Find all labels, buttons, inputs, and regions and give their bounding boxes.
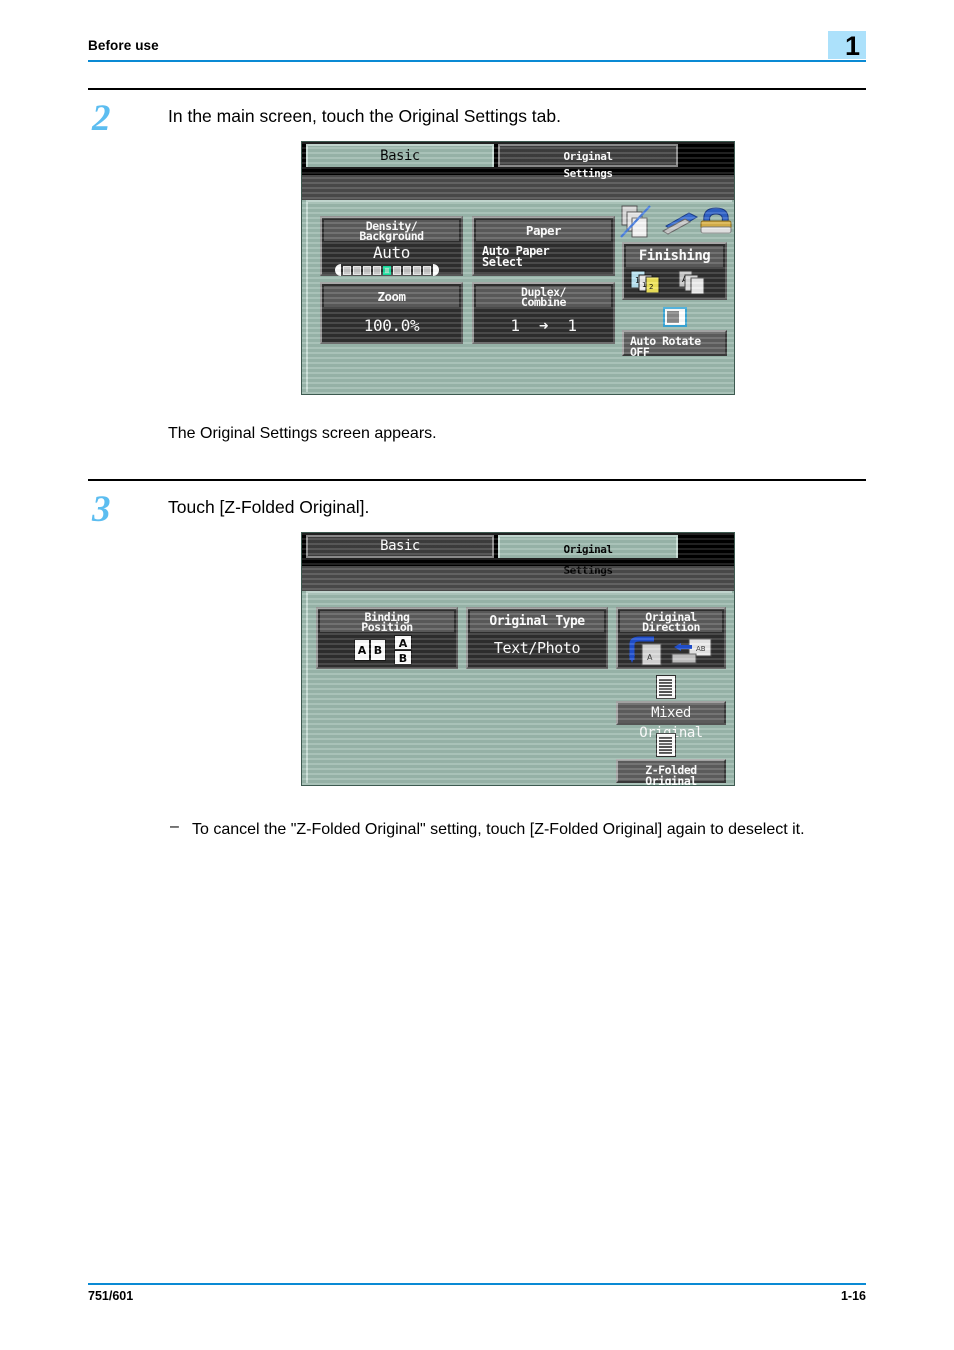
duplex-header: Duplex/ Combine	[476, 286, 611, 309]
step-2-rule	[88, 88, 866, 90]
binding-sheet-a-top: A	[394, 635, 412, 650]
paper-value: Auto Paper Select	[482, 245, 613, 269]
mixed-original-button[interactable]: Mixed Original	[616, 701, 726, 741]
binding-sheet-a-left: A	[354, 639, 370, 661]
header-title: Before use	[88, 38, 159, 53]
step-3-instruction: Touch [Z-Folded Original].	[168, 497, 370, 517]
mixed-original-document-icon	[656, 675, 676, 699]
svg-text:A: A	[647, 653, 653, 662]
step-2-result-text: The Original Settings screen appears.	[168, 425, 437, 442]
density-background-header: Density/ Background	[324, 220, 459, 243]
density-step-6[interactable]	[393, 265, 401, 275]
tab-original-settings[interactable]: Original Settings	[498, 144, 678, 180]
density-slider[interactable]	[335, 264, 439, 276]
z-folded-original-document-icon	[656, 733, 676, 757]
svg-text:2: 2	[649, 283, 653, 291]
tab2-original-settings[interactable]: Original Settings	[498, 535, 678, 577]
density-step-2[interactable]	[353, 265, 361, 275]
zoom-button[interactable]: Zoom 100.0%	[320, 282, 463, 344]
duplex-combine-button[interactable]: Duplex/ Combine 1 ➜ 1	[472, 282, 615, 344]
tab-original-settings-line2: Settings	[563, 167, 613, 180]
finishing-header: Finishing	[626, 246, 723, 267]
binding-position-header: Binding Position	[320, 611, 454, 634]
binding-sheet-b-bottom: B	[394, 650, 412, 665]
grouped-pages-icon: A	[678, 270, 705, 295]
sort-icon	[620, 205, 651, 238]
original-direction-line2: Direction	[642, 620, 700, 634]
density-step-4[interactable]	[373, 265, 381, 275]
tab2-basic[interactable]: Basic	[306, 535, 494, 558]
binding-sheet-b-left: B	[370, 639, 386, 661]
lcd-basic-screen: Ready to copy. 1 Basic Original Settings…	[301, 141, 735, 395]
step-2-instruction: In the main screen, touch the Original S…	[168, 106, 561, 126]
staple-icon	[661, 212, 699, 235]
zoom-value: 100.0%	[363, 316, 420, 335]
duplex-value-left: 1	[510, 316, 520, 335]
punch-icon	[700, 207, 732, 234]
monitor-icon	[663, 307, 687, 327]
original-direction-button[interactable]: Original Direction A AB	[616, 607, 726, 669]
density-slider-cap-left	[335, 264, 341, 276]
step-3-rule	[88, 479, 866, 481]
density-slider-cap-right	[433, 264, 439, 276]
binding-position-line2: Position	[361, 620, 413, 634]
tab2-original-settings-line1: Original	[563, 543, 613, 556]
footer-rule	[88, 1283, 866, 1285]
density-value: Auto	[373, 243, 410, 262]
density-step-3[interactable]	[363, 265, 371, 275]
binding-position-button[interactable]: Binding Position A B A B	[316, 607, 458, 669]
tab-original-settings-line1: Original	[563, 150, 613, 163]
paper-value-line2: Select	[482, 255, 523, 269]
step-2-number: 2	[92, 98, 111, 139]
z-folded-original-button[interactable]: Z-Folded Original	[616, 759, 726, 785]
duplex-arrow-icon: ➜	[538, 316, 549, 335]
original-type-value: Text/Photo	[493, 639, 581, 657]
density-step-9[interactable]	[423, 265, 431, 275]
original-direction-header: Original Direction	[620, 611, 722, 634]
page-header: Before use	[88, 38, 866, 72]
portrait-feed-icon: A	[629, 636, 662, 666]
density-step-7[interactable]	[403, 265, 411, 275]
paper-header: Paper	[476, 220, 611, 241]
tab-basic[interactable]: Basic	[306, 144, 494, 167]
bullet-dash: –	[170, 818, 179, 835]
lcd-original-settings-screen: Ready to copy. 1 Basic Original Settings…	[301, 532, 735, 786]
z-folded-label-line2: Original	[645, 773, 697, 786]
tab2-original-settings-line2: Settings	[563, 564, 613, 577]
svg-text:AB: AB	[696, 645, 706, 653]
footer-page-number: 1-16	[840, 1289, 866, 1303]
landscape-feed-icon: AB	[671, 638, 712, 664]
paper-button[interactable]: Paper Auto Paper Select	[472, 216, 615, 276]
density-step-8[interactable]	[413, 265, 421, 275]
step-3-note-text: To cancel the "Z-Folded Original" settin…	[192, 821, 805, 838]
density-step-1[interactable]	[343, 265, 351, 275]
density-header-line2: Background	[359, 229, 424, 243]
header-rule	[88, 60, 866, 62]
footer-model: 751/601	[88, 1289, 134, 1303]
auto-rotate-line2: OFF	[630, 344, 650, 359]
duplex-header-line2: Combine	[521, 295, 566, 309]
zoom-header: Zoom	[324, 286, 459, 307]
original-type-button[interactable]: Original Type Text/Photo	[466, 607, 608, 669]
step-3-number: 3	[92, 489, 111, 530]
collated-pages-icon: 1 1 2	[630, 270, 660, 294]
duplex-value: 1 ➜ 1	[474, 316, 613, 335]
duplex-value-right: 1	[567, 316, 577, 335]
chapter-number: 1	[845, 31, 861, 61]
finishing-button[interactable]: Finishing 1 1 2 A	[622, 242, 727, 300]
original-type-header: Original Type	[470, 611, 604, 632]
auto-rotate-button[interactable]: Auto Rotate OFF	[622, 330, 727, 359]
density-step-5-selected[interactable]	[383, 265, 391, 275]
